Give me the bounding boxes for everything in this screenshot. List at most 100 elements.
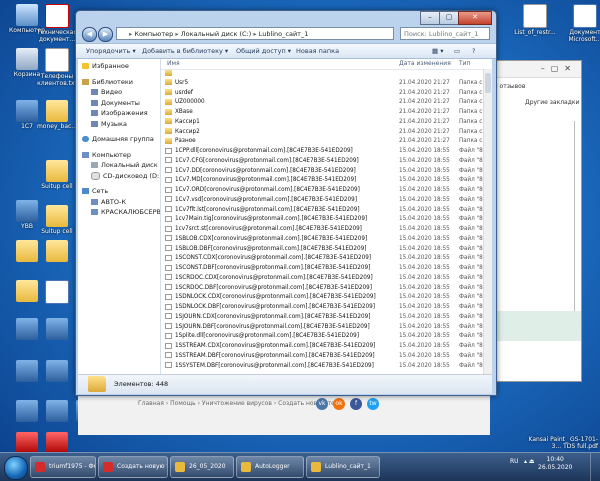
explorer-window[interactable]: – ▢ ✕ ◀ ▶ ▸ Компьютер ▸ Локальный диск (… — [75, 10, 497, 396]
facebook-icon[interactable]: f — [350, 398, 362, 410]
desktop-icon[interactable] — [34, 240, 80, 263]
share-button[interactable]: Общий доступ ▾ — [236, 44, 291, 58]
browser-window-buttons[interactable]: –▢✕ — [541, 64, 577, 73]
file-row[interactable]: 1Cv7.DD[coronovirus@protonmail.com].[8C4… — [161, 167, 492, 177]
preview-pane-icon[interactable]: ▭ — [454, 44, 460, 58]
vk-icon[interactable]: vk — [316, 398, 328, 410]
browser-tab[interactable]: Я отзывов — [493, 83, 525, 90]
twitter-icon[interactable]: tw — [367, 398, 379, 410]
column-header-date[interactable]: Дата изменения — [399, 60, 451, 67]
file-row[interactable]: Кассир121.04.2020 21:27Папка с фай — [161, 118, 492, 128]
file-row[interactable]: 1SJOURN.CDX[coronovirus@protonmail.com].… — [161, 313, 492, 323]
taskbar-item[interactable]: triumf1975 - Фор... — [30, 456, 96, 478]
file-row[interactable]: 1Cv7flt.lst[coronovirus@protonmail.com].… — [161, 206, 492, 216]
desktop-icon[interactable]: Документ Microsoft... — [562, 4, 600, 43]
file-row[interactable]: 1Cv7.MD[coronovirus@protonmail.com].[8C4… — [161, 176, 492, 186]
page-breadcrumb[interactable]: Главная › Помощь › Уничтожение вирусов ›… — [138, 400, 343, 407]
file-row[interactable]: 1Cv7.CFG[coronovirus@protonmail.com].[8C… — [161, 157, 492, 167]
language-indicator[interactable]: RU — [510, 458, 519, 465]
file-row[interactable]: 1SCONST.CDX[coronovirus@protonmail.com].… — [161, 254, 492, 264]
nav-item[interactable]: Избранное — [82, 62, 129, 70]
scrollbar-thumb[interactable] — [485, 73, 491, 93]
file-row[interactable]: 1cv7srct.st[coronovirus@protonmail.com].… — [161, 225, 492, 235]
desktop-icon[interactable] — [34, 360, 80, 383]
show-desktop-button[interactable] — [590, 453, 600, 481]
file-row[interactable]: usrdef21.04.2020 21:27Папка с фай — [161, 89, 492, 99]
nav-item[interactable]: Сеть — [82, 187, 108, 195]
file-row[interactable]: 1SCRDOC.DBF[coronovirus@protonmail.com].… — [161, 284, 492, 294]
search-input[interactable]: Поиск: Lublino_сайт_1 — [400, 27, 490, 40]
file-row[interactable]: 1Cv7.ORD[coronovirus@protonmail.com].[8C… — [161, 186, 492, 196]
breadcrumb-drive[interactable]: Локальный диск (C:) — [181, 30, 252, 38]
file-row[interactable]: 1SCONST.DBF[coronovirus@protonmail.com].… — [161, 264, 492, 274]
add-to-library-button[interactable]: Добавить в библиотеку ▾ — [142, 44, 228, 58]
file-row[interactable]: 1SBLOB.CDX[coronovirus@protonmail.com].[… — [161, 235, 492, 245]
tray-icons[interactable]: ▴ ⏏ — [524, 458, 535, 465]
ok-icon[interactable]: ok — [333, 398, 345, 410]
address-bar[interactable]: ▸ Компьютер ▸ Локальный диск (C:) ▸ Lubl… — [116, 27, 394, 40]
clock[interactable]: 10:40 26.05.2020 — [538, 456, 572, 472]
maximize-button[interactable]: ▢ — [439, 11, 459, 25]
column-header-name[interactable]: Имя — [167, 60, 180, 67]
file-row[interactable]: 1SSTREAM.DBF[coronovirus@protonmail.com]… — [161, 352, 492, 362]
browser-window[interactable]: –▢✕ Я отзывов Другие закладки — [490, 60, 582, 382]
file-row[interactable]: UZ00000021.04.2020 21:27Папка с фай — [161, 98, 492, 108]
desktop-icon[interactable]: Техническая документ... — [34, 4, 80, 43]
desktop-icon[interactable]: Телефоны клиентов.txt — [34, 48, 80, 87]
nav-item[interactable]: Видео — [91, 88, 122, 96]
desktop-icon[interactable] — [34, 318, 80, 341]
file-row[interactable]: Кассир221.04.2020 21:27Папка с фай — [161, 128, 492, 138]
new-folder-button[interactable]: Новая папка — [296, 44, 339, 58]
file-row[interactable]: 1CPP.dll[coronovirus@protonmail.com].[8C… — [161, 147, 492, 157]
start-button[interactable] — [4, 456, 28, 480]
desktop-icon[interactable]: List_of_restr... — [512, 4, 558, 36]
desktop-icon[interactable]: Suitup cell — [34, 160, 80, 190]
file-row[interactable]: 1SDNLOCK.CDX[coronovirus@protonmail.com]… — [161, 293, 492, 303]
file-row[interactable]: Разное21.04.2020 21:27Папка с фай — [161, 137, 492, 147]
other-bookmarks[interactable]: Другие закладки — [525, 99, 579, 106]
browser-title-bar[interactable]: –▢✕ — [491, 61, 581, 78]
taskbar-item[interactable]: Создать новую т... — [98, 456, 168, 478]
nav-item[interactable]: АВТО-К — [91, 198, 126, 206]
nav-item[interactable]: Документы — [91, 99, 140, 107]
file-row[interactable]: 1SJOURN.DBF[coronovirus@protonmail.com].… — [161, 323, 492, 333]
minimize-button[interactable]: – — [420, 11, 440, 25]
nav-item[interactable]: Музыка — [91, 120, 127, 128]
nav-item[interactable]: Локальный диск (C:) — [91, 161, 160, 169]
file-row[interactable]: 1Splite.dll[coronovirus@protonmail.com].… — [161, 332, 492, 342]
desktop-icon[interactable]: Suitup cell — [34, 205, 80, 235]
close-button[interactable]: ✕ — [458, 11, 492, 25]
explorer-title-bar[interactable]: – ▢ ✕ — [76, 11, 496, 25]
view-options-icon[interactable]: ▦ ▾ — [432, 44, 443, 58]
organize-button[interactable]: Упорядочить ▾ — [86, 44, 136, 58]
desktop-icon[interactable] — [34, 280, 80, 305]
taskbar-item[interactable]: 26_05_2020 — [170, 456, 234, 478]
nav-item[interactable]: Компьютер — [82, 151, 131, 159]
file-row[interactable]: Usr521.04.2020 21:27Папка с фай — [161, 79, 492, 89]
file-row[interactable] — [161, 69, 492, 79]
forward-button[interactable]: ▶ — [98, 27, 113, 42]
file-row[interactable]: 1SCRDOC.CDX[coronovirus@protonmail.com].… — [161, 274, 492, 284]
help-icon[interactable]: ? — [472, 44, 475, 58]
column-header-type[interactable]: Тип — [459, 60, 471, 67]
file-row[interactable]: 1SSTREAM.CDX[coronovirus@protonmail.com]… — [161, 342, 492, 352]
file-row[interactable]: 1cv7Main.tig[coronovirus@protonmail.com]… — [161, 215, 492, 225]
taskbar-item[interactable]: AutoLogger — [236, 456, 304, 478]
file-row[interactable]: 1SSYSTEM.DBF[coronovirus@protonmail.com]… — [161, 362, 492, 372]
file-row[interactable]: 1Cv7.vsd[coronovirus@protonmail.com].[8C… — [161, 196, 492, 206]
file-row[interactable]: XBase21.04.2020 21:27Папка с фай — [161, 108, 492, 118]
breadcrumb-folder[interactable]: Lublino_сайт_1 — [259, 30, 309, 38]
vertical-scrollbar[interactable] — [483, 69, 492, 374]
breadcrumb-computer[interactable]: Компьютер — [134, 30, 173, 38]
back-button[interactable]: ◀ — [82, 27, 97, 42]
desktop-icon[interactable]: money_bac... — [34, 100, 80, 130]
file-row[interactable]: 1SDNLOCK.DBF[coronovirus@protonmail.com]… — [161, 303, 492, 313]
nav-item[interactable]: КРАСКАЛЮБСЕРВЕ — [91, 208, 160, 216]
nav-item[interactable]: Домашняя группа — [82, 135, 154, 143]
file-row[interactable]: 1SBLOB.DBF[coronovirus@protonmail.com].[… — [161, 245, 492, 255]
nav-item[interactable]: CD-дисковод (D:) — [91, 171, 160, 180]
taskbar-item[interactable]: Lublino_сайт_1 — [306, 456, 380, 478]
nav-item[interactable]: Изображения — [91, 109, 148, 117]
desktop-file-label[interactable]: Kansai Paint_ GS-1701-3... TDS full.pdf — [524, 436, 599, 450]
nav-item[interactable]: Библиотеки — [82, 78, 133, 86]
